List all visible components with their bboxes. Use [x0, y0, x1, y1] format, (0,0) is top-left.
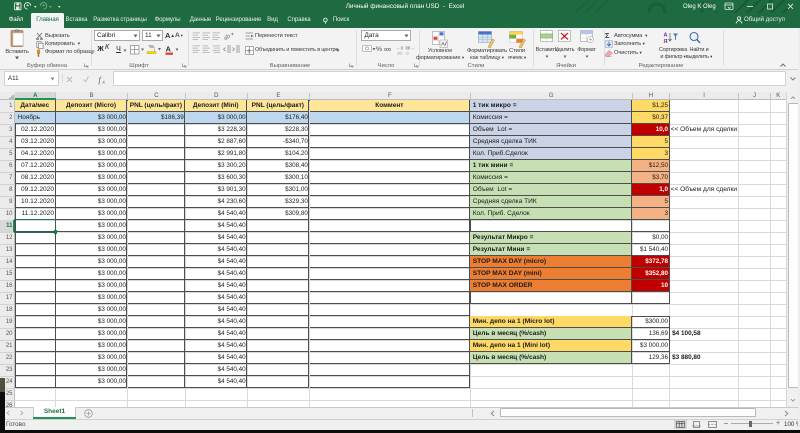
svg-text:←0: ←0: [397, 45, 404, 50]
svg-text:A: A: [166, 44, 172, 53]
svg-text:a: a: [248, 49, 251, 55]
svg-text:,00: ,00: [397, 51, 402, 55]
svg-text:А: А: [664, 32, 668, 38]
svg-text:,0: ,0: [406, 51, 409, 55]
svg-text:Я: Я: [664, 39, 668, 45]
svg-text:x: x: [102, 79, 106, 85]
